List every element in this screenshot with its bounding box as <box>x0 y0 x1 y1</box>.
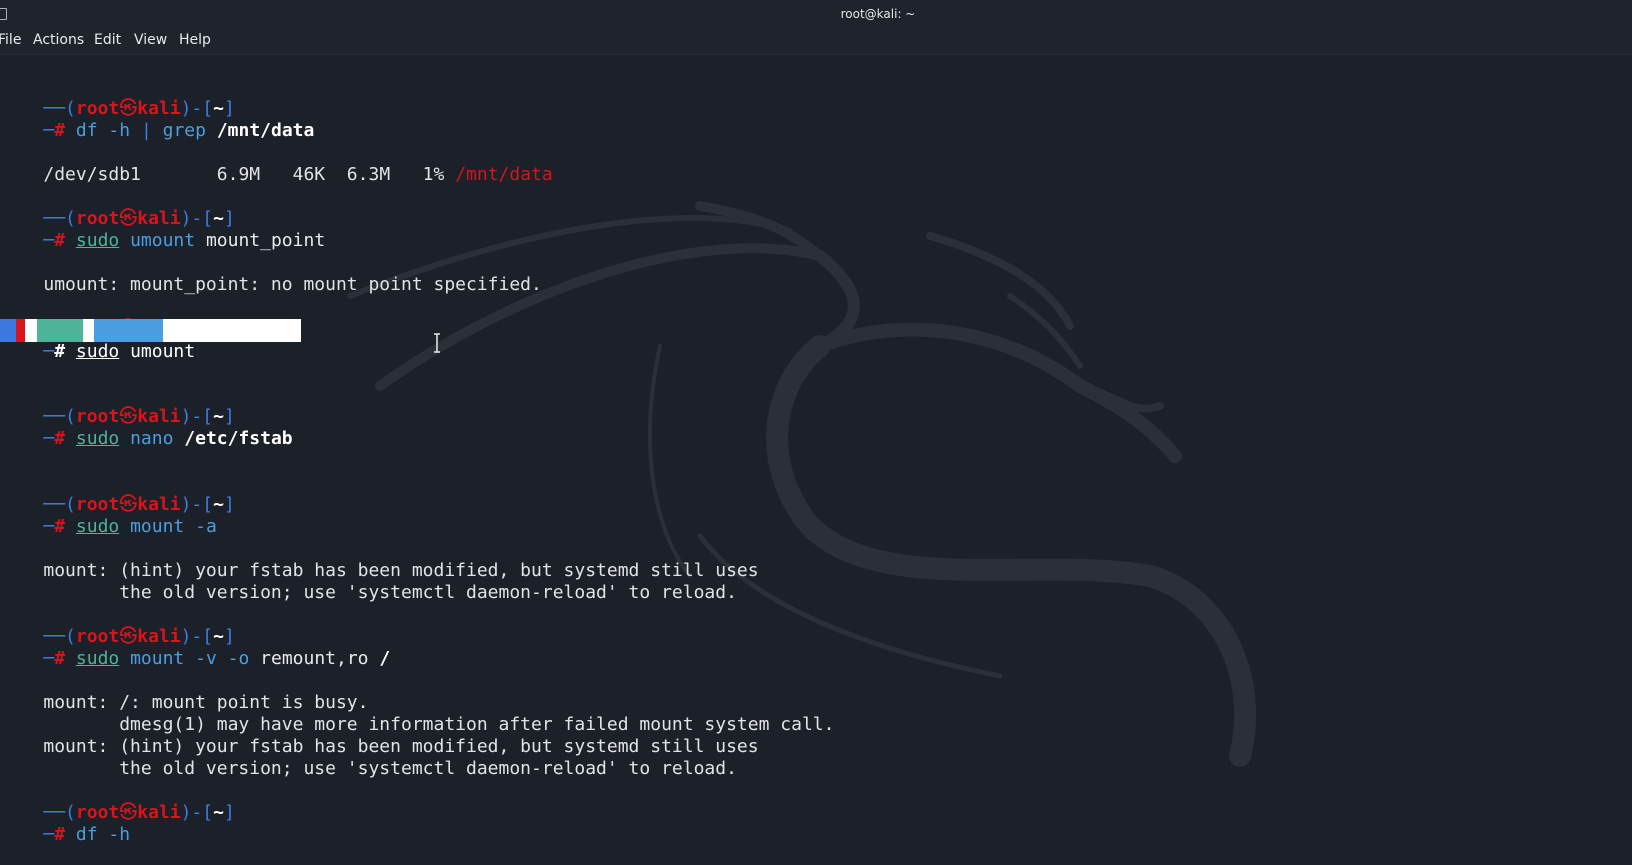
prompt-line: ──(root㉿kali)-[~] <box>0 472 234 515</box>
prompt-box: ─ <box>43 648 55 669</box>
command-name: df <box>75 824 98 845</box>
prompt-box: ─ <box>43 230 55 251</box>
command-path: / <box>368 648 391 669</box>
terminal-output[interactable]: ──(root㉿kali)-[~] ─# df -h | grep /mnt/d… <box>0 56 1632 865</box>
prompt-box: ─ <box>43 428 55 449</box>
output-line: mount: (hint) your fstab has been modifi… <box>0 714 758 757</box>
command-sudo: sudo <box>75 516 120 537</box>
prompt-hash: # <box>54 428 66 449</box>
command-name: mount <box>119 516 185 537</box>
output-line: umount: mount_point: no mount point spec… <box>0 252 542 295</box>
command-line: ─# df -h <box>0 802 130 845</box>
prompt-box: ] <box>223 494 235 515</box>
prompt-hash: # <box>54 341 66 362</box>
title-bar: root@kali: ~ <box>0 0 1632 28</box>
command-line-selected[interactable]: ─# sudo umount /dev/sdb1 <box>0 319 303 362</box>
prompt-host: kali <box>137 802 181 823</box>
command-arg: remount,ro <box>249 648 369 669</box>
menu-actions[interactable]: Actions <box>33 32 84 48</box>
prompt-line: ──(root㉿kali)-[~] <box>0 384 234 427</box>
command-name: nano <box>119 428 174 449</box>
output-device: /dev/sdb1 <box>43 164 141 185</box>
command-name: df <box>75 120 98 141</box>
prompt-hash: # <box>54 824 66 845</box>
prompt-box: ] <box>223 802 235 823</box>
ibeam-cursor <box>434 333 440 353</box>
prompt-hash: # <box>54 120 66 141</box>
prompt-hash: # <box>54 516 66 537</box>
window-title: root@kali: ~ <box>840 7 916 21</box>
output-text: the old version; use 'systemctl daemon-r… <box>43 758 737 779</box>
output-text: the old version; use 'systemctl daemon-r… <box>43 582 737 603</box>
command-arg: -h <box>97 824 131 845</box>
output-line: the old version; use 'systemctl daemon-r… <box>0 560 737 603</box>
prompt-box: ─ <box>43 120 55 141</box>
command-arg: -v -o <box>184 648 250 669</box>
command-name: umount <box>119 230 196 251</box>
prompt-line: ──(root㉿kali)-[~] <box>0 76 234 119</box>
command-arg: -h <box>97 120 141 141</box>
output-mountpoint: /mnt/data <box>455 164 553 185</box>
command-line: ─# df -h | grep /mnt/data <box>0 98 314 141</box>
prompt-line: ──(root㉿kali)-[~] <box>0 296 234 339</box>
prompt-box: )-[ <box>180 802 214 823</box>
command-sudo: sudo <box>75 341 120 362</box>
output-columns: 6.9M 46K 6.3M 1% <box>140 164 456 185</box>
command-line: ─# sudo nano /etc/fstab <box>0 406 292 449</box>
command-line: ─# sudo mount -a <box>0 494 216 537</box>
command-name: grep <box>151 120 217 141</box>
command-sudo: sudo <box>75 648 120 669</box>
command-arg: -a <box>184 516 217 537</box>
output-line: mount: (hint) your fstab has been modifi… <box>0 538 758 581</box>
output-line: dmesg(1) may have more information after… <box>0 692 834 735</box>
prompt-hash: # <box>54 230 66 251</box>
command-sudo: sudo <box>75 230 120 251</box>
menu-edit[interactable]: Edit <box>94 32 121 48</box>
prompt-line: ──(root㉿kali)-[~] <box>0 604 234 647</box>
prompt-box: ─ <box>43 516 55 537</box>
command-path: /dev/sdb1 <box>195 341 304 362</box>
output-line: mount: /: mount point is busy. <box>0 670 368 713</box>
command-line: ─# sudo umount mount_point <box>0 208 325 251</box>
prompt-line: ──(root㉿kali)-[~] <box>0 780 234 823</box>
command-arg: mount_point <box>195 230 326 251</box>
command-pipe: | <box>140 120 152 141</box>
prompt-hash: # <box>54 648 66 669</box>
menu-bar: File Actions Edit View Help <box>0 28 1632 55</box>
prompt-cwd: ~ <box>213 802 224 823</box>
output-line: /dev/sdb1 6.9M 46K 6.3M 1% /mnt/data <box>0 142 552 185</box>
menu-help[interactable]: Help <box>179 32 211 48</box>
command-name: mount <box>119 648 185 669</box>
output-line: the old version; use 'systemctl daemon-r… <box>0 736 737 779</box>
command-path: /etc/fstab <box>173 428 293 449</box>
prompt-line: ──(root㉿kali)-[~] <box>0 186 234 229</box>
command-path: /mnt/data <box>216 120 315 141</box>
menu-file[interactable]: File <box>0 32 21 48</box>
prompt-box: ─ <box>43 341 55 362</box>
command-name: umount <box>119 341 196 362</box>
prompt-box: ─ <box>43 824 55 845</box>
output-text: umount: mount_point: no mount point spec… <box>43 274 542 295</box>
menu-view[interactable]: View <box>134 32 167 48</box>
command-sudo: sudo <box>75 428 120 449</box>
command-line: ─# sudo mount -v -o remount,ro / <box>0 626 390 669</box>
